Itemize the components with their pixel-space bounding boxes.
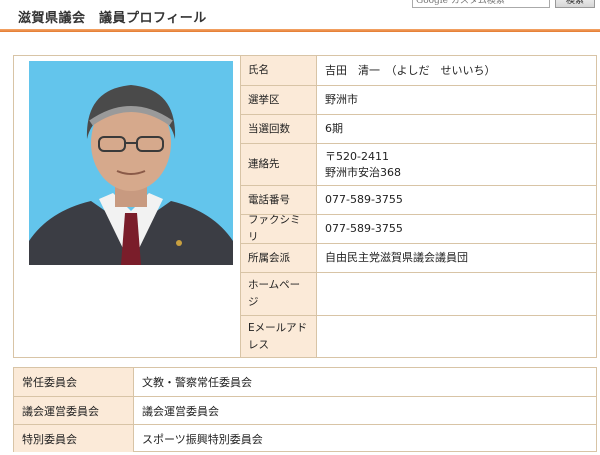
field-row-fax: ファクシミリ 077-589-3755: [241, 214, 596, 243]
field-value-district: 野洲市: [325, 93, 358, 106]
field-label-terms: 当選回数: [241, 115, 317, 143]
field-label-email: Eメールアドレス: [241, 316, 317, 357]
field-row-email: Eメールアドレス: [241, 315, 596, 357]
contact-postal: 〒520-2411: [325, 149, 389, 163]
field-value-contact: 〒520-2411 野洲市安治368: [317, 144, 596, 185]
committee-row-special: 特別委員会 スポーツ振興特別委員会: [14, 424, 596, 452]
field-row-district: 選挙区 野洲市: [241, 85, 596, 114]
field-label-fax: ファクシミリ: [241, 214, 317, 243]
committee-label-steering: 議会運営委員会: [14, 397, 134, 424]
member-photo: [29, 61, 233, 265]
committee-table: 常任委員会 文教・警察常任委員会 議会運営委員会 議会運営委員会 特別委員会 ス…: [13, 367, 597, 452]
field-label-phone: 電話番号: [241, 186, 317, 214]
header-divider: [0, 29, 600, 32]
field-value-email[interactable]: [317, 316, 596, 357]
committee-row-standing: 常任委員会 文教・警察常任委員会: [14, 368, 596, 396]
field-row-contact: 連絡先 〒520-2411 野洲市安治368: [241, 143, 596, 185]
field-row-party: 所属会派 自由民主党滋賀県議会議員団: [241, 243, 596, 272]
field-label-contact: 連絡先: [241, 144, 317, 185]
field-label-homepage: ホームページ: [241, 273, 317, 315]
field-label-name: 氏名: [241, 56, 317, 85]
committee-value-special: スポーツ振興特別委員会: [142, 432, 263, 446]
field-row-name: 氏名 吉田 清一 （よしだ せいいち）: [241, 56, 596, 85]
committee-value-standing: 文教・警察常任委員会: [142, 376, 252, 389]
committee-value-steering: 議会運営委員会: [142, 404, 219, 418]
field-value-homepage[interactable]: [317, 273, 596, 315]
search-button[interactable]: 検索: [555, 0, 595, 8]
profile-table: 氏名 吉田 清一 （よしだ せいいち） 選挙区 野洲市 当選回数 6期 連絡先 …: [13, 55, 597, 358]
contact-address: 野洲市安治368: [325, 165, 401, 179]
field-value-phone: 077-589-3755: [325, 193, 403, 206]
page-title: 滋賀県議会 議員プロフィール: [18, 11, 207, 26]
committee-label-special: 特別委員会: [14, 425, 134, 452]
field-label-party: 所属会派: [241, 244, 317, 272]
committee-label-standing: 常任委員会: [14, 368, 134, 396]
field-row-homepage: ホームページ: [241, 272, 596, 315]
member-portrait-icon: [29, 61, 233, 265]
field-value-terms: 6期: [325, 122, 343, 135]
photo-cell: [14, 56, 241, 357]
field-row-terms: 当選回数 6期: [241, 114, 596, 143]
field-row-phone: 電話番号 077-589-3755: [241, 185, 596, 214]
field-value-party: 自由民主党滋賀県議会議員団: [325, 251, 468, 264]
page-header: 滋賀県議会 議員プロフィール 検索: [0, 0, 600, 32]
field-label-district: 選挙区: [241, 86, 317, 114]
committee-row-steering: 議会運営委員会 議会運営委員会: [14, 396, 596, 424]
search-input[interactable]: [412, 0, 550, 8]
field-value-name: 吉田 清一 （よしだ せいいち）: [325, 63, 496, 77]
field-value-fax: 077-589-3755: [325, 222, 403, 235]
